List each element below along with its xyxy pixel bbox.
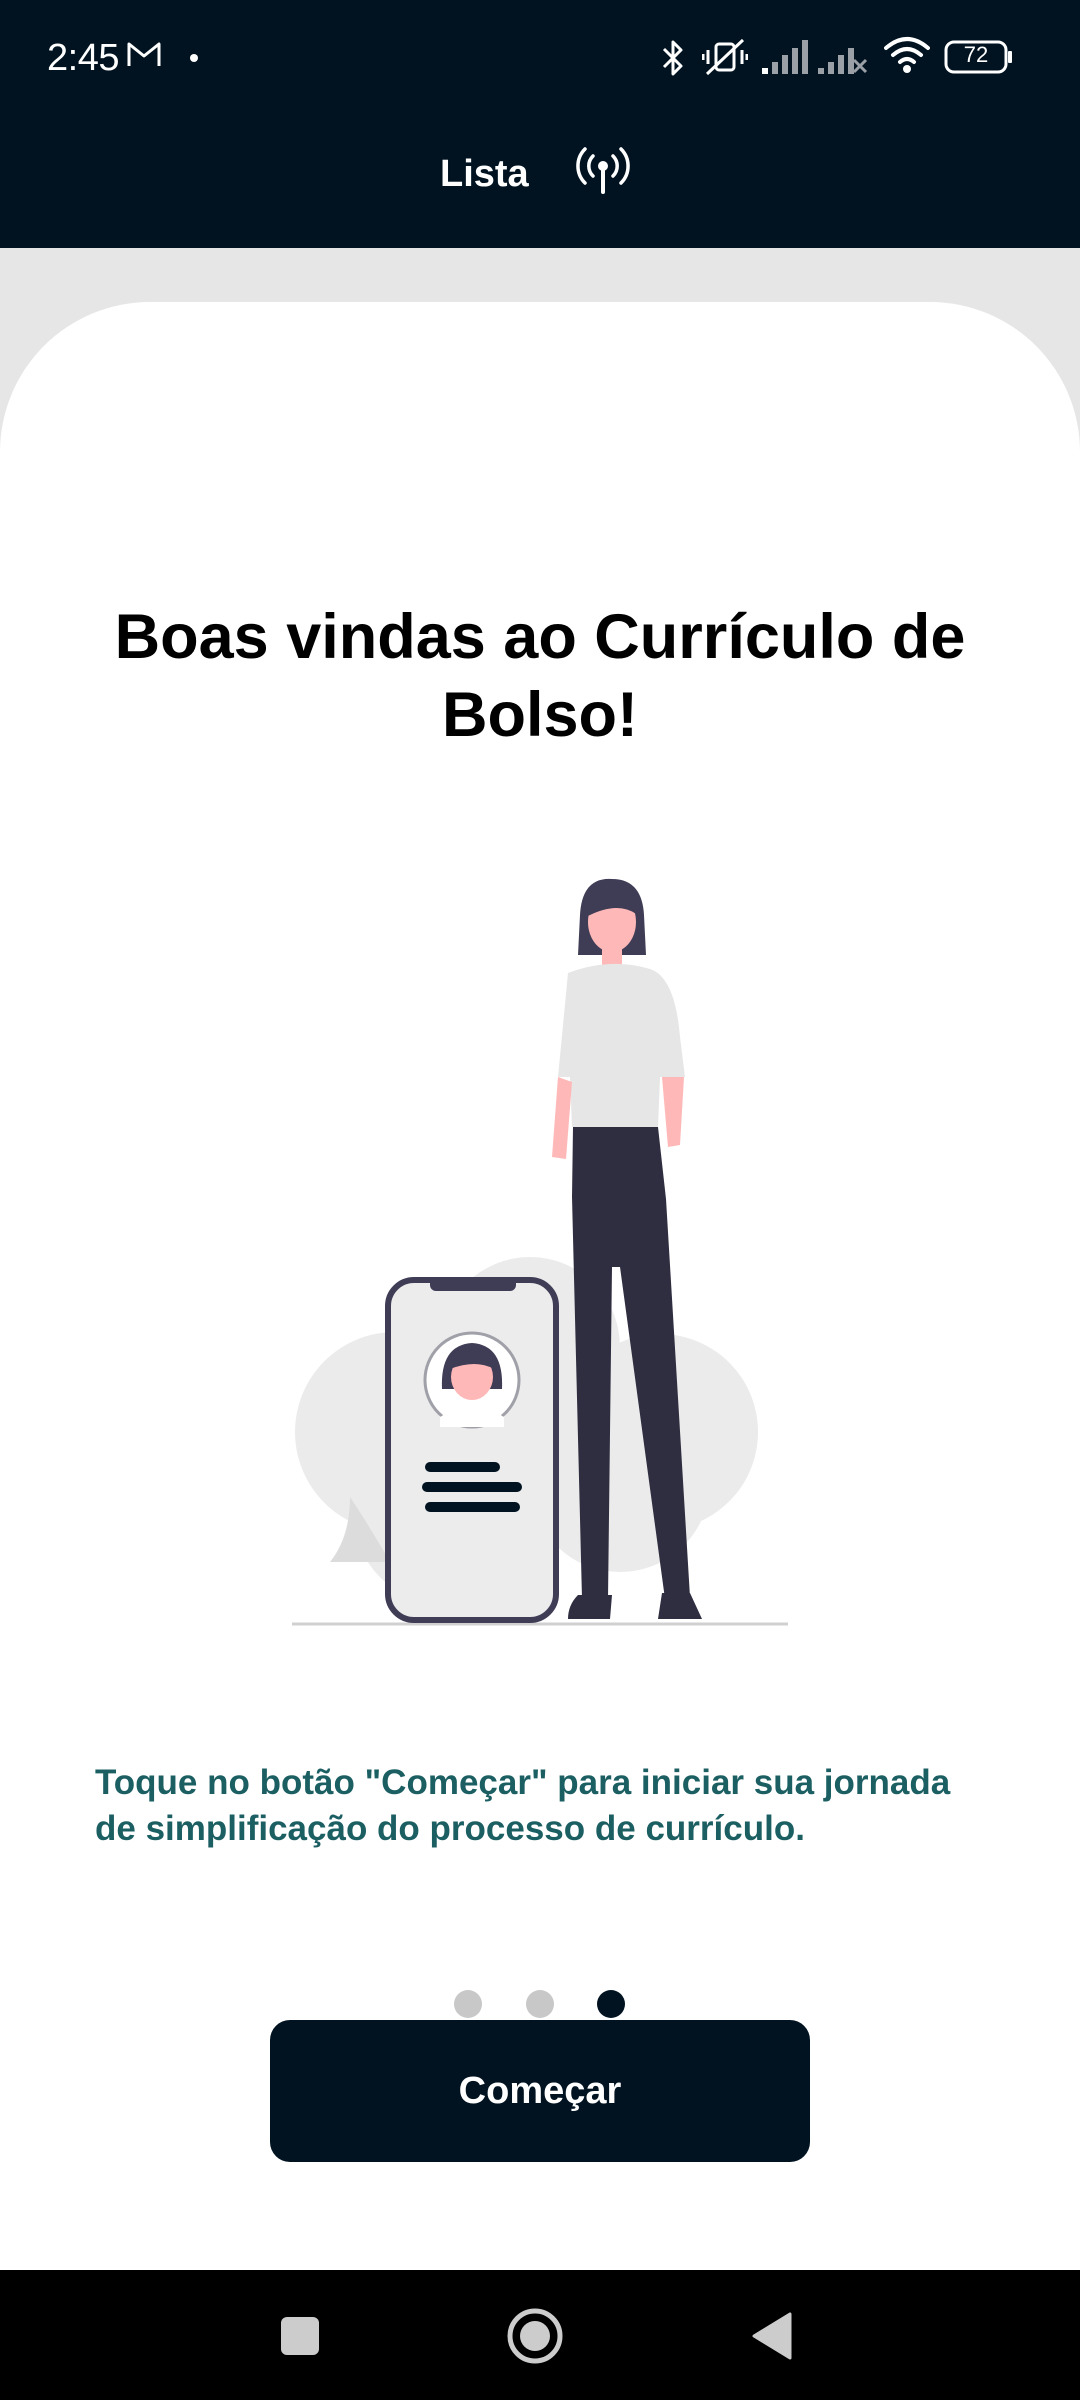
app-top-area: 2:45 72 Lista bbox=[0, 0, 1080, 248]
signal-no-service-icon bbox=[818, 48, 868, 74]
signal-icon bbox=[762, 40, 808, 74]
circle-icon bbox=[507, 2308, 563, 2364]
recents-button[interactable] bbox=[270, 2306, 330, 2366]
battery-level: 72 bbox=[963, 42, 989, 67]
status-bar: 2:45 72 bbox=[0, 0, 1080, 112]
page-dot-2[interactable] bbox=[526, 1990, 554, 2018]
system-nav-bar bbox=[0, 2270, 1080, 2400]
bluetooth-icon bbox=[662, 40, 683, 76]
start-button[interactable]: Começar bbox=[270, 2020, 810, 2162]
home-button[interactable] bbox=[505, 2306, 565, 2366]
app-header: Lista bbox=[0, 112, 1080, 248]
status-time: 2:45 bbox=[47, 37, 119, 79]
welcome-title: Boas vindas ao Currículo de Bolso! bbox=[114, 602, 966, 750]
back-button[interactable] bbox=[742, 2306, 802, 2366]
page-dot-3-active[interactable] bbox=[597, 1990, 625, 2018]
page-dot-1[interactable] bbox=[454, 1990, 482, 2018]
onboarding-card: Boas vindas ao Currículo de Bolso! Toque… bbox=[0, 302, 1080, 2272]
notification-dot bbox=[190, 54, 198, 62]
gmail-icon bbox=[127, 42, 161, 66]
woman-with-phone-profile-illustration bbox=[292, 878, 788, 1626]
header-title[interactable]: Lista bbox=[440, 150, 529, 198]
wifi-icon bbox=[884, 37, 930, 73]
vibrate-off-icon bbox=[702, 38, 748, 76]
screen: 2:45 72 Lista Boas vindas ao Currículo d… bbox=[0, 0, 1080, 2400]
back-triangle-icon bbox=[752, 2312, 792, 2360]
square-icon bbox=[281, 2317, 319, 2355]
broadcast-icon[interactable] bbox=[573, 146, 633, 196]
instruction-text: Toque no botão "Começar" para iniciar su… bbox=[95, 1763, 951, 1848]
